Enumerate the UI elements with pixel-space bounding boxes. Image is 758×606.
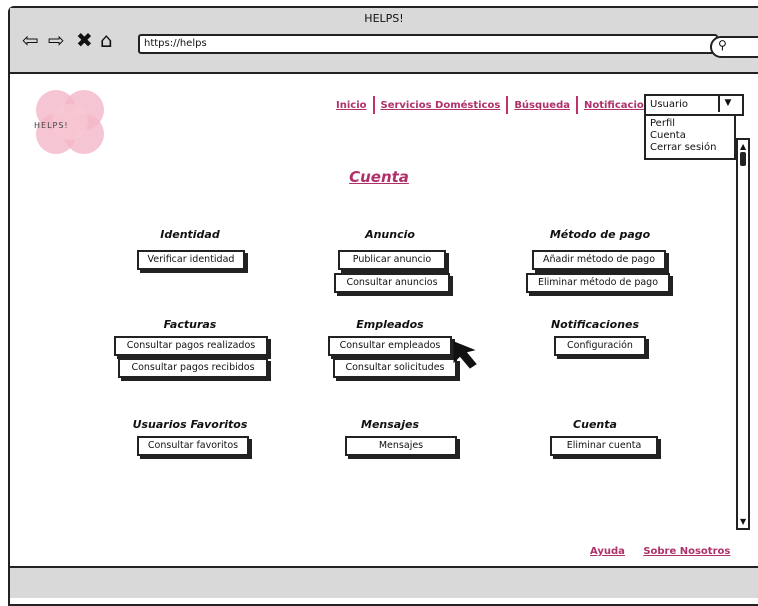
search-field[interactable]: ⚲ xyxy=(710,36,758,58)
eliminar-cuenta-button[interactable]: Eliminar cuenta xyxy=(550,436,658,456)
page-title: Cuenta xyxy=(349,168,409,186)
main-nav: Inicio Servicios Domésticos Búsqueda Not… xyxy=(330,96,672,114)
scroll-thumb[interactable] xyxy=(740,152,746,166)
section-title-identidad: Identidad xyxy=(160,228,220,241)
mensajes-button[interactable]: Mensajes xyxy=(345,436,457,456)
section-title-empleados: Empleados xyxy=(356,318,424,331)
back-icon[interactable]: ⇦ xyxy=(22,28,39,52)
configuracion-button[interactable]: Configuración xyxy=(554,336,646,356)
scroll-up-icon[interactable]: ▲ xyxy=(740,142,746,151)
section-title-anuncio: Anuncio xyxy=(365,228,415,241)
home-icon[interactable]: ⌂ xyxy=(100,28,113,52)
nav-servicios[interactable]: Servicios Domésticos xyxy=(375,100,507,111)
anadir-metodo-pago-button[interactable]: Añadir método de pago xyxy=(532,250,666,270)
footer-ayuda-link[interactable]: Ayuda xyxy=(590,546,625,557)
section-title-facturas: Facturas xyxy=(163,318,217,331)
footer-sobre-nosotros-link[interactable]: Sobre Nosotros xyxy=(643,546,730,557)
user-option-cerrar-sesion[interactable]: Cerrar sesión xyxy=(650,142,730,154)
section-title-cuenta: Cuenta xyxy=(573,418,617,431)
consultar-favoritos-button[interactable]: Consultar favoritos xyxy=(137,436,249,456)
url-bar[interactable]: https://helps xyxy=(138,34,718,54)
eliminar-metodo-pago-button[interactable]: Eliminar método de pago xyxy=(526,273,670,293)
verificar-identidad-button[interactable]: Verificar identidad xyxy=(137,250,245,270)
consultar-anuncios-button[interactable]: Consultar anuncios xyxy=(334,273,450,293)
browser-titlebar: HELPS! ⇦ ⇨ ✖ ⌂ https://helps ⚲ xyxy=(10,8,758,74)
user-option-cuenta[interactable]: Cuenta xyxy=(650,130,730,142)
browser-status-bar xyxy=(10,566,758,598)
nav-inicio[interactable]: Inicio xyxy=(330,100,373,111)
search-icon: ⚲ xyxy=(718,38,727,52)
publicar-anuncio-button[interactable]: Publicar anuncio xyxy=(338,250,446,270)
forward-icon[interactable]: ⇨ xyxy=(48,28,65,52)
consultar-empleados-button[interactable]: Consultar empleados xyxy=(328,336,452,356)
consultar-pagos-recibidos-button[interactable]: Consultar pagos recibidos xyxy=(118,358,268,378)
footer-links: Ayuda Sobre Nosotros xyxy=(590,546,730,557)
section-title-metodo-pago: Método de pago xyxy=(549,228,651,241)
user-option-perfil[interactable]: Perfil xyxy=(650,118,730,130)
consultar-pagos-realizados-button[interactable]: Consultar pagos realizados xyxy=(114,336,268,356)
section-title-mensajes: Mensajes xyxy=(361,418,419,431)
section-title-notificaciones: Notificaciones xyxy=(550,318,640,331)
consultar-solicitudes-button[interactable]: Consultar solicitudes xyxy=(333,358,457,378)
section-title-favoritos: Usuarios Favoritos xyxy=(132,418,248,431)
chevron-down-icon[interactable]: ▼ xyxy=(718,94,736,112)
close-icon[interactable]: ✖ xyxy=(76,28,93,52)
nav-busqueda[interactable]: Búsqueda xyxy=(508,100,576,111)
mouse-cursor-icon xyxy=(453,341,477,369)
window-title: HELPS! xyxy=(364,12,404,25)
user-dropdown-list: Perfil Cuenta Cerrar sesión xyxy=(644,116,736,160)
logo-text: HELPS! xyxy=(34,121,69,130)
scroll-down-icon[interactable]: ▼ xyxy=(740,517,746,526)
helps-logo: HELPS! xyxy=(34,90,104,154)
scrollbar[interactable]: ▲ ▼ xyxy=(736,138,750,530)
